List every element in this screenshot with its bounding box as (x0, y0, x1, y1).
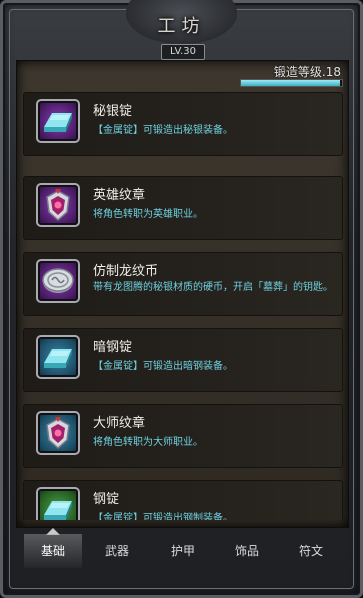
item-name: 钢锭 (93, 492, 120, 507)
item-slot[interactable] (36, 183, 80, 227)
forge-level-label: 锻造等级.18 (273, 65, 341, 79)
recipe-item[interactable]: 钢锭【金属锭】可锻造出钢制装备。 (23, 480, 343, 520)
item-slot[interactable] (36, 487, 80, 520)
item-description: 【金属锭】可锻造出暗钢装备。 (93, 361, 233, 372)
tab-rune[interactable]: 符文 (282, 534, 340, 568)
level-badge: LV.30 (161, 44, 205, 60)
item-description: 【金属锭】可锻造出钢制装备。 (93, 513, 233, 520)
recipe-item[interactable]: 大师纹章将角色转职为大师职业。 (23, 404, 343, 468)
tab-weapon[interactable]: 武器 (88, 534, 146, 568)
item-description: 带有龙图腾的秘银材质的硬币，开启「墓葬」的钥匙。 (93, 282, 333, 293)
recipe-item[interactable]: 仿制龙纹币带有龙图腾的秘银材质的硬币，开启「墓葬」的钥匙。 (23, 252, 343, 316)
emblem-icon (46, 417, 70, 450)
category-tabs: 基础 武器 护甲 饰品 符文 (16, 534, 347, 570)
recipe-item[interactable]: 英雄纹章将角色转职为英雄职业。 (23, 176, 343, 240)
item-slot[interactable] (36, 335, 80, 379)
recipe-item[interactable]: 暗钢锭【金属锭】可锻造出暗钢装备。 (23, 328, 343, 392)
item-name: 仿制龙纹币 (93, 264, 159, 279)
item-slot[interactable] (36, 99, 80, 143)
forge-progress-fill (241, 80, 340, 86)
item-description: 将角色转职为大师职业。 (93, 437, 203, 448)
item-slot[interactable] (36, 259, 80, 303)
recipe-list[interactable]: 秘银锭【金属锭】可锻造出秘银装备。英雄纹章将角色转职为英雄职业。仿制龙纹币带有龙… (23, 92, 343, 520)
tab-accessory[interactable]: 饰品 (218, 534, 276, 568)
recipe-item[interactable]: 秘银锭【金属锭】可锻造出秘银装备。 (23, 92, 343, 156)
item-name: 大师纹章 (93, 416, 146, 431)
forge-progress-bar (240, 79, 343, 87)
item-name: 暗钢锭 (93, 340, 133, 355)
coin-icon (42, 268, 74, 293)
page-title: 工坊 (157, 16, 206, 37)
ingot-icon (44, 113, 72, 132)
item-name: 英雄纹章 (93, 188, 146, 203)
item-description: 【金属锭】可锻造出秘银装备。 (93, 125, 233, 136)
tab-armor[interactable]: 护甲 (154, 534, 212, 568)
ingot-icon (44, 349, 72, 368)
item-slot[interactable] (36, 411, 80, 455)
emblem-icon (46, 189, 70, 222)
item-description: 将角色转职为英雄职业。 (93, 209, 203, 220)
ingot-icon (44, 501, 72, 520)
item-name: 秘银锭 (93, 104, 133, 119)
tab-basic[interactable]: 基础 (24, 534, 82, 568)
